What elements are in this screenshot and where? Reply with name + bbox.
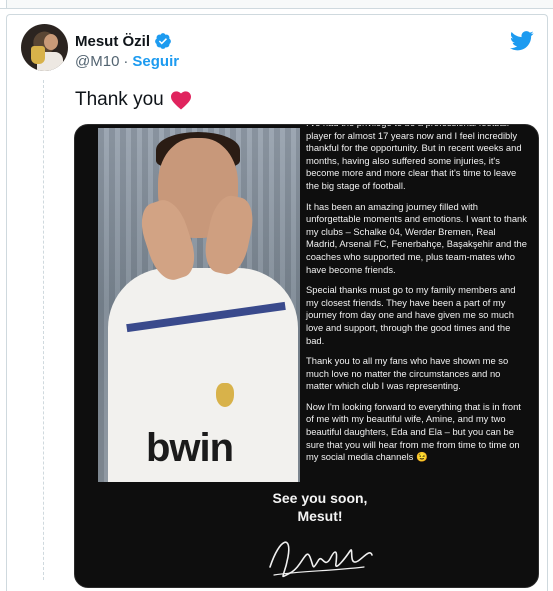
player-photo: bwin [98,128,300,482]
avatar-face [44,34,58,50]
club-crest-icon [216,383,234,407]
thread-line [43,80,44,580]
signoff-line-2: Mesut! [297,508,343,524]
signoff: See you soon, Mesut! [245,489,395,525]
tweet-text: Thank you [75,89,192,111]
statement-paragraph: Special thanks must go to my family memb… [306,284,516,346]
statement-paragraph: Now I'm looking forward to everything th… [306,400,521,463]
tweet-media-image[interactable]: bwin I've had the privilege to be a prof… [74,124,539,588]
author-avatar[interactable] [21,24,68,71]
handwritten-signature [269,541,373,578]
retirement-statement: I've had the privilege to be a professio… [306,125,528,472]
tweet-text-content: Thank you [75,89,164,110]
handle-separator: · [123,53,129,70]
jersey-sponsor: bwin [146,426,234,470]
statement-paragraph: It has been an amazing journey filled wi… [306,200,527,275]
twitter-bird-icon[interactable] [510,30,534,52]
verified-badge-icon [155,33,171,49]
author-name[interactable]: Mesut Özil [75,33,150,50]
signoff-line-1: See you soon, [272,490,368,506]
statement-paragraph: I've had the privilege to be a professio… [306,125,522,191]
author-handle[interactable]: @M10 [75,53,119,70]
avatar-trophy [31,46,45,64]
thread-gap [0,0,7,8]
statement-paragraph: Thank you to all my fans who have shown … [306,355,509,392]
previous-tweet-edge [0,0,553,9]
red-heart-icon [170,91,191,110]
follow-button[interactable]: Seguir [132,53,179,70]
author-handle-row: @M10 · Seguir [75,53,179,70]
author-name-row: Mesut Özil [75,31,172,51]
